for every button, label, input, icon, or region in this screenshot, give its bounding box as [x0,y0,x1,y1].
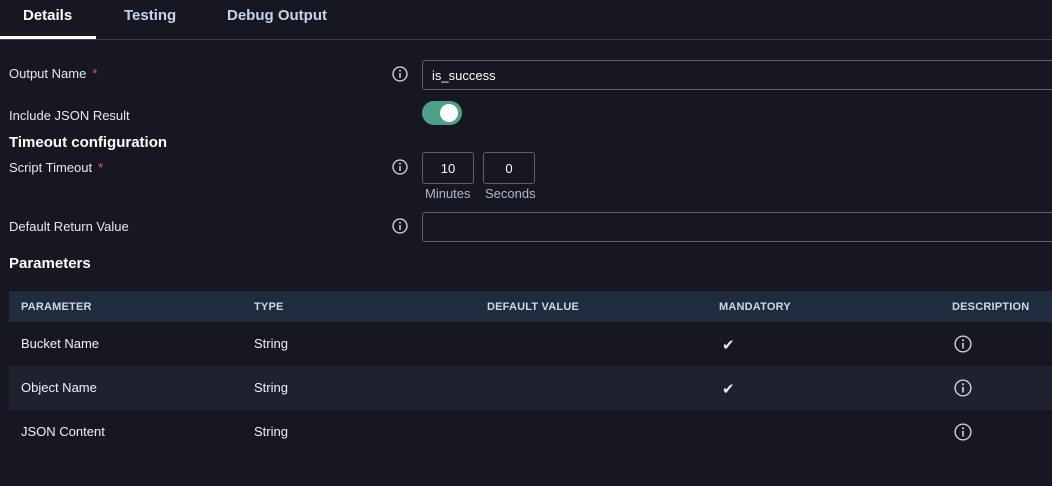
parameter-name: Bucket Name [21,336,100,351]
column-header-mandatory: MANDATORY [719,301,791,313]
toggle-knob [440,104,458,122]
parameter-type: String [254,336,288,351]
column-header-type: TYPE [254,301,284,313]
required-marker: * [92,66,98,81]
info-icon[interactable] [392,66,408,82]
check-icon: ✔ [722,337,735,354]
tab-testing[interactable]: Testing [124,7,176,24]
table-row[interactable]: Bucket Name String ✔ [9,322,1052,366]
default-return-label: Default Return Value [9,219,129,234]
info-icon[interactable] [392,159,408,175]
check-icon: ✔ [722,381,735,398]
table-row[interactable]: Object Name String ✔ [9,366,1052,410]
parameter-name: JSON Content [21,424,105,439]
include-json-label: Include JSON Result [9,108,130,123]
output-name-input[interactable] [422,60,1052,90]
info-icon[interactable] [954,379,972,397]
parameter-type: String [254,380,288,395]
column-header-default-value: DEFAULT VALUE [487,301,580,313]
default-return-input[interactable] [422,212,1052,242]
info-icon[interactable] [392,218,408,234]
table-row[interactable]: JSON Content String [9,410,1052,454]
table-header: PARAMETER TYPE DEFAULT VALUE MANDATORY D… [9,291,1052,322]
tab-bar: Details Testing Debug Output [0,0,1052,40]
parameter-name: Object Name [21,380,97,395]
output-name-label-text: Output Name [9,66,87,81]
info-icon[interactable] [954,335,972,353]
minutes-input[interactable] [422,152,474,184]
column-header-description: DESCRIPTION [952,301,1030,313]
output-name-label: Output Name * [9,66,97,81]
include-json-toggle[interactable] [422,101,462,125]
required-marker: * [98,160,104,175]
parameter-type: String [254,424,288,439]
tab-debug-output[interactable]: Debug Output [227,7,327,24]
seconds-label: Seconds [485,186,536,201]
seconds-input[interactable] [483,152,535,184]
tab-details[interactable]: Details [23,7,72,24]
timeout-section-title: Timeout configuration [9,134,168,151]
script-timeout-label: Script Timeout * [9,160,103,175]
info-icon[interactable] [954,423,972,441]
active-tab-indicator [0,36,96,39]
script-timeout-label-text: Script Timeout [9,160,93,175]
minutes-label: Minutes [425,186,471,201]
parameters-title: Parameters [9,255,91,272]
column-header-parameter: PARAMETER [21,301,92,313]
